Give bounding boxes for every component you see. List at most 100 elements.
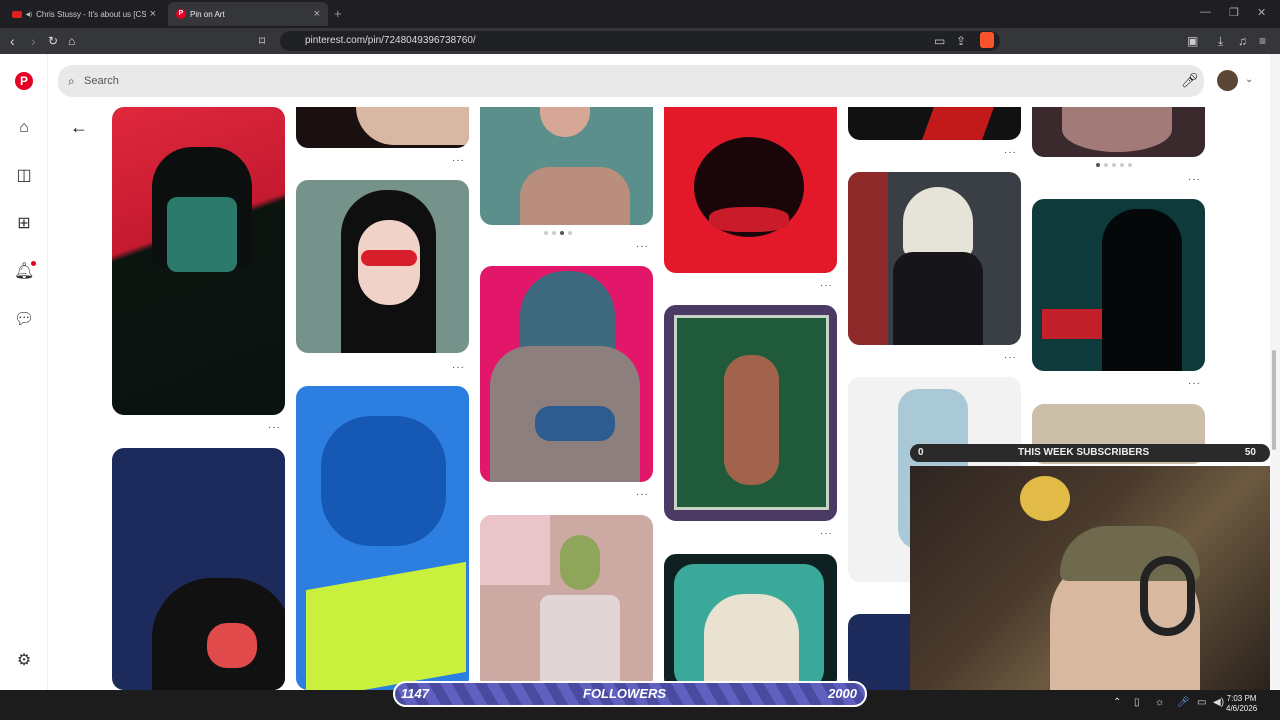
back-arrow-button[interactable]: ← bbox=[70, 117, 88, 138]
subs-goal: 50 bbox=[1244, 447, 1256, 458]
network-icon[interactable]: ▭ bbox=[1197, 697, 1206, 708]
pin-image[interactable] bbox=[848, 172, 1021, 345]
menu-icon[interactable]: ≡ bbox=[1259, 34, 1266, 48]
tab-youtube[interactable]: ◀) Chris Stussy - It's about us [CSS0 × bbox=[4, 2, 164, 26]
subs-label: THIS WEEK SUBSCRIBERS bbox=[1018, 447, 1150, 458]
volume-icon[interactable]: ◀) bbox=[1213, 697, 1224, 708]
more-options-icon[interactable]: ··· bbox=[636, 489, 649, 500]
pin-image[interactable] bbox=[1032, 199, 1205, 371]
messages-icon[interactable]: 💬︎ bbox=[14, 310, 34, 330]
create-icon[interactable]: ⊞ bbox=[14, 214, 34, 234]
pin-alien-head bbox=[560, 535, 600, 590]
pin-image[interactable] bbox=[848, 107, 1021, 140]
pin-image[interactable] bbox=[112, 448, 285, 690]
pin-face bbox=[321, 416, 446, 546]
bookmark-icon[interactable]: ⌑ bbox=[259, 32, 265, 50]
new-tab-button[interactable]: + bbox=[334, 6, 342, 21]
headset bbox=[1140, 556, 1195, 636]
search-input[interactable]: Search bbox=[58, 65, 1204, 97]
address-bar-row: ‹ › ↻ ⌂ ⌑ pinterest.com/pin/724804939673… bbox=[0, 28, 1280, 54]
cast-icon[interactable]: ▭ bbox=[934, 34, 945, 48]
restore-button[interactable]: ❐ bbox=[1229, 6, 1239, 19]
clock-time: 7:03 PM bbox=[1226, 694, 1257, 703]
more-options-icon[interactable]: ··· bbox=[268, 422, 281, 433]
pin-image[interactable] bbox=[480, 107, 653, 225]
home-icon[interactable]: ⌂ bbox=[14, 118, 34, 138]
pin-figure bbox=[724, 355, 779, 485]
pinterest-logo-icon[interactable]: P bbox=[15, 72, 33, 90]
sidebar-toggle-icon[interactable]: ▣ bbox=[1187, 34, 1198, 48]
pin-top bbox=[535, 406, 615, 441]
pin-image[interactable] bbox=[112, 107, 285, 415]
pin-image[interactable] bbox=[664, 305, 837, 521]
more-options-icon[interactable]: ··· bbox=[1004, 147, 1017, 158]
brightness-icon[interactable]: ☼ bbox=[1155, 697, 1164, 708]
search-icon: ⌕ bbox=[68, 74, 75, 88]
explore-icon[interactable]: ◫ bbox=[14, 166, 34, 186]
more-options-icon[interactable]: ··· bbox=[452, 362, 465, 373]
pin-image[interactable] bbox=[664, 107, 837, 273]
avatar[interactable] bbox=[1217, 70, 1238, 91]
close-tab-icon[interactable]: × bbox=[314, 8, 320, 20]
chevron-down-icon[interactable]: ⌄ bbox=[1245, 74, 1253, 85]
microphone-tray-icon[interactable]: 🎤︎ bbox=[1177, 697, 1190, 708]
more-options-icon[interactable]: ··· bbox=[452, 155, 465, 166]
followers-goal-bar: 1147 FOLLOWERS 2000 bbox=[393, 681, 867, 707]
pin-mouth bbox=[207, 623, 257, 668]
pin-image[interactable] bbox=[296, 386, 469, 690]
close-window-button[interactable]: ✕ bbox=[1257, 6, 1266, 19]
more-options-icon[interactable]: ··· bbox=[1188, 174, 1201, 185]
more-options-icon[interactable]: ··· bbox=[1004, 352, 1017, 363]
pin-image[interactable] bbox=[296, 107, 469, 148]
settings-icon[interactable]: ⚙ bbox=[14, 651, 34, 671]
more-options-icon[interactable]: ··· bbox=[820, 528, 833, 539]
minimize-button[interactable]: — bbox=[1200, 6, 1211, 18]
pin-image[interactable] bbox=[480, 266, 653, 482]
lamp-light bbox=[1020, 476, 1070, 521]
carousel-indicator bbox=[1096, 163, 1132, 167]
media-icon[interactable]: ♫ bbox=[1238, 34, 1247, 48]
pin-figure bbox=[1102, 209, 1182, 371]
forward-button[interactable]: › bbox=[31, 32, 36, 50]
speaker-icon: ◀) bbox=[25, 11, 33, 18]
back-button[interactable]: ‹ bbox=[10, 32, 15, 50]
pin-jacket bbox=[893, 252, 983, 345]
pin-image[interactable] bbox=[664, 554, 837, 690]
share-icon[interactable]: ⇪ bbox=[956, 34, 966, 48]
more-options-icon[interactable]: ··· bbox=[1188, 378, 1201, 389]
clock-date: 4/6/2026 bbox=[1226, 704, 1258, 713]
taskbar-clock[interactable]: 7:03 PM 4/6/2026 bbox=[1226, 694, 1257, 714]
download-icon[interactable]: ⤓ bbox=[1218, 34, 1223, 48]
pin-image[interactable] bbox=[480, 515, 653, 690]
brave-shield-icon[interactable] bbox=[980, 32, 994, 48]
reload-button[interactable]: ↻ bbox=[48, 32, 58, 50]
home-button[interactable]: ⌂ bbox=[68, 32, 75, 50]
tab-pinterest[interactable]: P Pin on Art × bbox=[168, 2, 328, 26]
subs-value: 0 bbox=[918, 447, 924, 458]
battery-icon[interactable]: ▯ bbox=[1134, 697, 1140, 708]
more-options-icon[interactable]: ··· bbox=[636, 241, 649, 252]
more-options-icon[interactable]: ··· bbox=[820, 280, 833, 291]
scrollbar-thumb[interactable] bbox=[1272, 350, 1276, 450]
pin-background bbox=[480, 515, 550, 585]
pin-lip bbox=[709, 207, 789, 232]
pin-face bbox=[167, 197, 237, 272]
pin-hair bbox=[903, 187, 973, 257]
pin-lettering bbox=[306, 561, 466, 690]
close-tab-icon[interactable]: × bbox=[150, 8, 156, 20]
pin-image[interactable] bbox=[1032, 107, 1205, 157]
microphone-icon[interactable]: 🎤︎ bbox=[1181, 72, 1199, 89]
pin-glasses bbox=[361, 250, 417, 266]
carousel-indicator bbox=[544, 231, 572, 235]
pin-skin bbox=[356, 107, 469, 145]
subscribers-goal-bar: 0 THIS WEEK SUBSCRIBERS 50 bbox=[910, 444, 1270, 462]
pin-toilet bbox=[540, 595, 620, 690]
followers-value: 1147 bbox=[401, 686, 429, 701]
browser-tab-bar: ◀) Chris Stussy - It's about us [CSS0 × … bbox=[0, 0, 1280, 28]
url-field[interactable]: pinterest.com/pin/7248049396738760/ bbox=[280, 31, 1000, 51]
pin-image[interactable] bbox=[296, 180, 469, 353]
url-text: pinterest.com/pin/7248049396738760/ bbox=[305, 35, 476, 46]
pin-face bbox=[540, 107, 590, 137]
followers-goal: 2000 bbox=[828, 686, 857, 701]
tray-chevron-icon[interactable]: ⌃ bbox=[1113, 697, 1121, 708]
